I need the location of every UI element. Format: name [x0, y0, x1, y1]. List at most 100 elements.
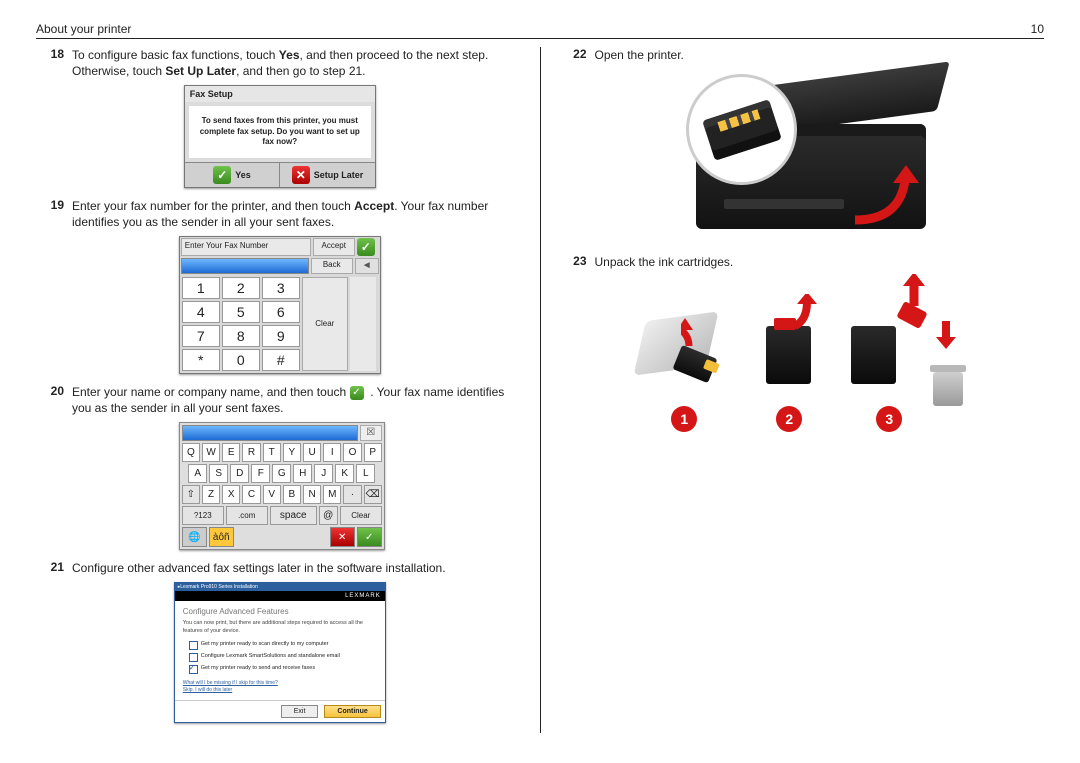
up-arrow-icon [901, 274, 927, 308]
back-button[interactable]: Back [311, 258, 353, 274]
key-e[interactable]: E [222, 443, 240, 462]
key-y[interactable]: Y [283, 443, 301, 462]
key-v[interactable]: V [263, 485, 281, 504]
key-t[interactable]: T [263, 443, 281, 462]
close-icon: ✕ [292, 166, 310, 184]
accept-button[interactable]: ✓ [357, 527, 382, 547]
step-circle-3: 3 [876, 406, 902, 432]
fax-setup-later-button[interactable]: ✕ Setup Later [279, 163, 375, 187]
keypad-hash[interactable]: # [262, 349, 300, 371]
key-p[interactable]: P [364, 443, 382, 462]
key-dot[interactable]: · [343, 485, 361, 504]
installer-link-skip[interactable]: Skip. I will do this later [183, 687, 377, 694]
key-dotcom[interactable]: .com [226, 506, 268, 525]
step-number: 22 [559, 47, 595, 63]
key-numbers[interactable]: ?123 [182, 506, 224, 525]
cancel-button[interactable]: ✕ [330, 527, 355, 547]
key-j[interactable]: J [314, 464, 333, 483]
clear-input-icon[interactable]: ☒ [360, 425, 382, 441]
key-at[interactable]: @ [319, 506, 338, 525]
lift-arrow-icon [845, 165, 925, 225]
accents-button[interactable]: àôñ [209, 527, 234, 547]
accept-button[interactable]: Accept [313, 238, 355, 256]
installer-link-whatmissing[interactable]: What will I be missing if I skip for thi… [183, 680, 377, 687]
key-k[interactable]: K [335, 464, 354, 483]
fax-name-input[interactable] [182, 425, 358, 441]
key-g[interactable]: G [272, 464, 291, 483]
keyboard-spacer [236, 527, 328, 545]
installer-continue-button[interactable]: Continue [324, 705, 380, 718]
key-h[interactable]: H [293, 464, 312, 483]
key-r[interactable]: R [242, 443, 260, 462]
key-i[interactable]: I [323, 443, 341, 462]
key-f[interactable]: F [251, 464, 270, 483]
key-n[interactable]: N [303, 485, 321, 504]
key-o[interactable]: O [343, 443, 361, 462]
step-22-text: Open the printer. [595, 47, 1045, 63]
installer-exit-button[interactable]: Exit [281, 705, 319, 718]
key-shift[interactable]: ⇧ [182, 485, 200, 504]
cartridge-small [673, 345, 718, 383]
key-space[interactable]: space [270, 506, 317, 525]
trash-bin-icon [933, 372, 963, 406]
step-18-text: To configure basic fax functions, touch … [72, 47, 522, 79]
globe-icon[interactable]: 🌐 [182, 527, 207, 547]
fax-setup-dialog: Fax Setup To send faxes from this printe… [184, 85, 376, 187]
keypad-2[interactable]: 2 [222, 277, 260, 299]
check-icon: ✓ [213, 166, 231, 184]
key-c[interactable]: C [242, 485, 260, 504]
keypad-clear[interactable]: Clear [302, 277, 348, 371]
unpack-cartridges-illustration: 1 2 [621, 276, 981, 426]
installer-option-smartsolutions[interactable]: Configure Lexmark SmartSolutions and sta… [189, 653, 377, 662]
step-number: 18 [36, 47, 72, 79]
keypad-5[interactable]: 5 [222, 301, 260, 323]
key-l[interactable]: L [356, 464, 375, 483]
key-bksp[interactable]: ⌫ [364, 485, 382, 504]
fax-number-keypad: Enter Your Fax Number Accept ✓ Back ◄ 1 … [179, 236, 381, 374]
key-q[interactable]: Q [182, 443, 200, 462]
step-circle-1: 1 [671, 406, 697, 432]
checkbox-icon[interactable] [189, 653, 198, 662]
step-20-text: Enter your name or company name, and the… [72, 384, 522, 416]
installer-window: ▸Lexmark Pro910 Series Installation LEXM… [174, 582, 386, 722]
fax-setup-message: To send faxes from this printer, you mus… [189, 106, 371, 157]
keypad-6[interactable]: 6 [262, 301, 300, 323]
check-icon: ✓ [350, 386, 364, 400]
key-z[interactable]: Z [202, 485, 220, 504]
keypad-4[interactable]: 4 [182, 301, 220, 323]
step-23-text: Unpack the ink cartridges. [595, 254, 1045, 270]
lexmark-logo: LEXMARK [345, 593, 381, 599]
step-19-text: Enter your fax number for the printer, a… [72, 198, 522, 230]
key-x[interactable]: X [222, 485, 240, 504]
step-number: 21 [36, 560, 72, 576]
cartridge-tab [703, 359, 720, 374]
fax-number-input[interactable] [181, 258, 309, 274]
checkbox-icon[interactable] [189, 665, 198, 674]
key-u[interactable]: U [303, 443, 321, 462]
key-a[interactable]: A [188, 464, 207, 483]
keypad-8[interactable]: 8 [222, 325, 260, 347]
key-s[interactable]: S [209, 464, 228, 483]
fax-setup-yes-button[interactable]: ✓ Yes [185, 163, 280, 187]
keypad-0[interactable]: 0 [222, 349, 260, 371]
checkbox-icon[interactable] [189, 641, 198, 650]
keypad-1[interactable]: 1 [182, 277, 220, 299]
step-circle-2: 2 [776, 406, 802, 432]
keypad-3[interactable]: 3 [262, 277, 300, 299]
step-number: 19 [36, 198, 72, 230]
keypad-9[interactable]: 9 [262, 325, 300, 347]
key-w[interactable]: W [202, 443, 220, 462]
installer-option-fax[interactable]: Get my printer ready to send and receive… [189, 665, 377, 674]
down-arrow-icon [935, 321, 957, 351]
check-icon[interactable]: ✓ [357, 238, 375, 256]
keypad-7[interactable]: 7 [182, 325, 220, 347]
keypad-star[interactable]: * [182, 349, 220, 371]
back-arrow-icon[interactable]: ◄ [355, 258, 379, 274]
key-clear[interactable]: Clear [340, 506, 382, 525]
key-d[interactable]: D [230, 464, 249, 483]
installer-option-scan[interactable]: Get my printer ready to scan directly to… [189, 641, 377, 650]
page-number: 10 [1031, 22, 1044, 36]
key-m[interactable]: M [323, 485, 341, 504]
cartridge [851, 326, 896, 384]
key-b[interactable]: B [283, 485, 301, 504]
